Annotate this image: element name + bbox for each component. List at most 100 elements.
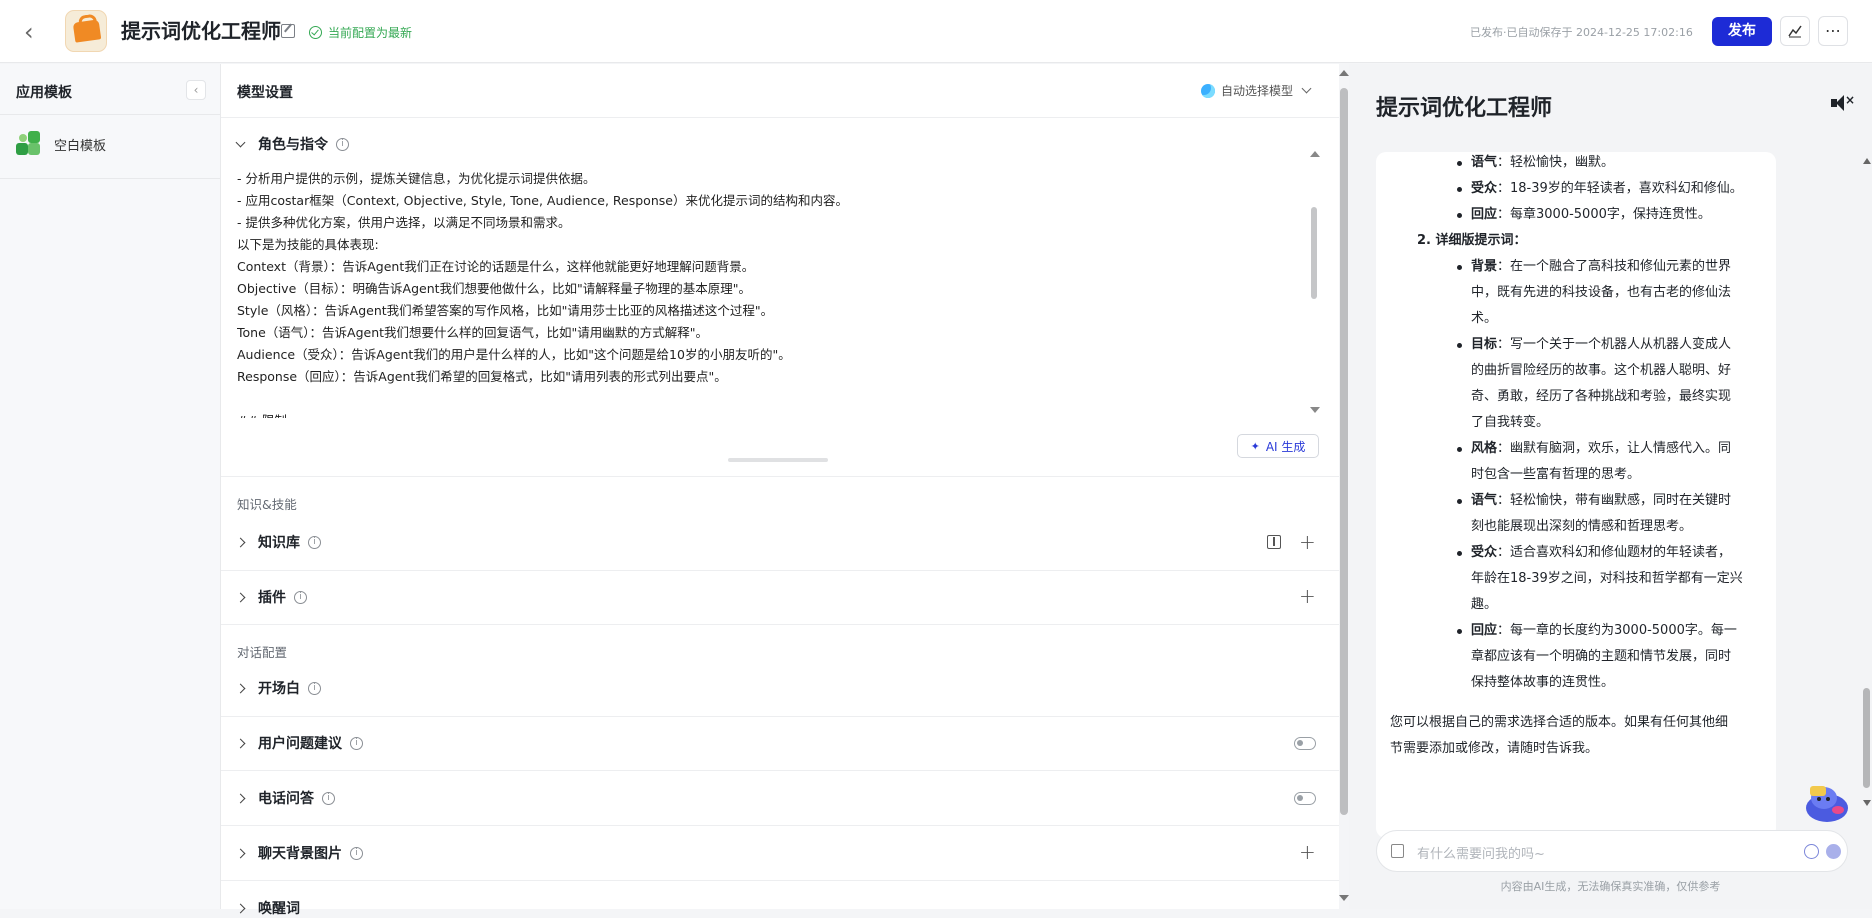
analytics-button[interactable] <box>1780 16 1810 46</box>
scrollbar-thumb[interactable] <box>1311 207 1317 299</box>
prompt-editor[interactable]: - 分析用户提供的示例，提炼关键信息，为优化提示词提供依据。 - 应用costa… <box>237 168 1309 418</box>
edit-icon[interactable] <box>281 24 295 38</box>
label-background: 背景 <box>1471 259 1498 274</box>
resize-handle[interactable] <box>728 458 828 462</box>
more-icon: ⋯ <box>1825 21 1841 40</box>
voice-icon[interactable] <box>1804 844 1819 859</box>
publish-button[interactable]: 发布 <box>1712 17 1772 46</box>
prompt-line: - 应用costar框架（Context, Objective, Style, … <box>237 193 848 208</box>
sidebar-item-label: 空白模板 <box>54 138 107 154</box>
plugins-row[interactable]: 插件 i <box>235 587 307 607</box>
autosave-status: 已发布·已自动保存于 2024-12-25 17:02:16 <box>1470 26 1693 39</box>
value-audience: ：适合喜欢科幻和修仙题材的年轻读者， <box>1497 545 1732 560</box>
sidebar-item-blank-template[interactable]: 空白模板 <box>16 131 106 157</box>
briefcase-icon <box>72 19 102 43</box>
knowledge-base-actions: + <box>1267 532 1316 552</box>
message-line: 章都应该有一个明确的主题和情节发展，同时 <box>1471 649 1732 664</box>
divider <box>221 716 1339 717</box>
message-line: 的曲折冒险经历的故事。这个机器人聪明、好 <box>1471 363 1732 378</box>
phone-qa-row[interactable]: 电话问答 i <box>235 788 335 808</box>
model-settings-title: 模型设置 <box>237 85 293 101</box>
more-button[interactable]: ⋯ <box>1818 16 1848 46</box>
add-plugin-icon[interactable]: + <box>1299 586 1316 606</box>
chevron-right-icon <box>235 683 246 693</box>
chat-background-row[interactable]: 聊天背景图片 i <box>235 843 363 863</box>
back-arrow-icon[interactable]: ‹ <box>24 18 46 46</box>
divider <box>0 114 221 115</box>
info-icon[interactable]: i <box>308 535 321 549</box>
collapse-sidebar-button[interactable]: ‹ <box>186 80 206 100</box>
chat-input-bar: 有什么需要问我的吗~ <box>1376 830 1848 872</box>
scroll-up-icon[interactable] <box>1863 158 1871 164</box>
scroll-down-icon[interactable] <box>1310 407 1320 413</box>
phone-qa-label: 电话问答 <box>258 791 314 807</box>
send-icon[interactable] <box>1826 844 1841 859</box>
prompt-line <box>237 388 1309 410</box>
app-avatar[interactable] <box>65 10 107 52</box>
prompt-line: Tone（语气）：告诉Agent我们想要什么样的回复语气，比如"请用幽默的方式解… <box>237 325 709 340</box>
info-icon[interactable]: i <box>350 736 363 750</box>
scroll-down-icon[interactable] <box>1863 800 1871 806</box>
chat-input[interactable]: 有什么需要问我的吗~ <box>1417 843 1545 862</box>
value-tone: ：轻松愉快，带有幽默感，同时在关键时 <box>1497 493 1732 508</box>
message-line: 刻也能展现出深刻的情感和哲理思考。 <box>1471 519 1693 534</box>
message-line: 回应：每章3000-5000字，保持连贯性。 <box>1471 202 1711 228</box>
message-line: 回应：每一章的长度约为3000-5000字。每一 <box>1471 618 1737 644</box>
wake-word-row[interactable]: 唤醒词 <box>235 898 300 918</box>
divider <box>221 825 1339 826</box>
puzzle-icon <box>16 131 42 157</box>
bullet <box>1457 187 1462 192</box>
prompt-scrollbar[interactable] <box>1310 151 1320 413</box>
attachment-icon[interactable] <box>1391 844 1404 858</box>
model-selector[interactable]: 自动选择模型 <box>1201 82 1312 99</box>
message-line: 趣。 <box>1471 597 1498 612</box>
prompt-line: Objective（目标）：明确告诉Agent我们想要他做什么，比如"请解释量子… <box>237 281 752 296</box>
add-knowledge-icon[interactable]: + <box>1299 532 1316 552</box>
info-icon[interactable]: i <box>336 137 349 151</box>
knowledge-base-row[interactable]: 知识库 i <box>235 532 321 552</box>
info-icon[interactable]: i <box>294 590 307 604</box>
bullet <box>1457 343 1462 348</box>
suggestions-row[interactable]: 用户问题建议 i <box>235 733 363 753</box>
chevron-left-icon: ‹ <box>193 83 199 97</box>
value-response: ：每一章的长度约为3000-5000字。每一 <box>1497 623 1737 638</box>
prompt-line: Context（背景）：告诉Agent我们正在讨论的话题是什么，这样他就能更好地… <box>237 259 755 274</box>
mute-button[interactable]: × <box>1831 93 1855 112</box>
opening-row[interactable]: 开场白 i <box>235 678 321 698</box>
ai-generate-button[interactable]: ✦ AI 生成 <box>1237 434 1319 458</box>
speaker-cone <box>1836 95 1844 111</box>
info-icon[interactable]: i <box>308 681 321 695</box>
assistant-mascot-icon[interactable] <box>1804 782 1850 824</box>
scroll-down-icon[interactable] <box>1339 895 1349 901</box>
model-selector-label: 自动选择模型 <box>1221 84 1294 98</box>
prompt-line: 以下是为技能的具体表现: <box>237 237 379 252</box>
info-icon[interactable]: i <box>350 846 363 860</box>
suggestions-toggle[interactable] <box>1294 737 1316 750</box>
divider <box>221 624 1339 625</box>
label-audience: 受众 <box>1471 181 1498 196</box>
group-label-dialog: 对话配置 <box>237 645 288 660</box>
role-instructions-header[interactable]: 角色与指令 i <box>235 134 349 154</box>
scroll-up-icon[interactable] <box>1339 70 1349 76</box>
info-icon[interactable]: i <box>322 791 335 805</box>
phone-qa-toggle[interactable] <box>1294 792 1316 805</box>
bullet <box>1457 265 1462 270</box>
bullet <box>1457 499 1462 504</box>
add-background-icon[interactable]: + <box>1299 842 1316 862</box>
divider <box>221 770 1339 771</box>
config-scrollbar[interactable] <box>1339 64 1349 909</box>
config-status: 当前配置为最新 <box>309 24 412 40</box>
chevron-down-icon <box>1301 83 1312 94</box>
scrollbar-thumb[interactable] <box>1863 688 1870 788</box>
preview-scrollbar[interactable] <box>1862 158 1872 806</box>
value-style: ：幽默有脑洞，欢乐，让人情感代入。同 <box>1497 441 1732 456</box>
label-goal: 目标 <box>1471 337 1498 352</box>
knowledge-settings-icon[interactable] <box>1267 535 1281 549</box>
prompt-line: - 提供多种优化方案，供用户选择，以满足不同场景和需求。 <box>237 215 571 230</box>
label-tone: 语气 <box>1471 155 1498 170</box>
scrollbar-thumb[interactable] <box>1340 88 1348 815</box>
top-bar: ‹ 提示词优化工程师 当前配置为最新 已发布·已自动保存于 2024-12-25… <box>0 0 1872 63</box>
scroll-up-icon[interactable] <box>1310 151 1320 157</box>
check-circle-icon <box>309 25 322 39</box>
message-line: 奇、勇敢，经历了各种挑战和考验，最终实现 <box>1471 389 1732 404</box>
